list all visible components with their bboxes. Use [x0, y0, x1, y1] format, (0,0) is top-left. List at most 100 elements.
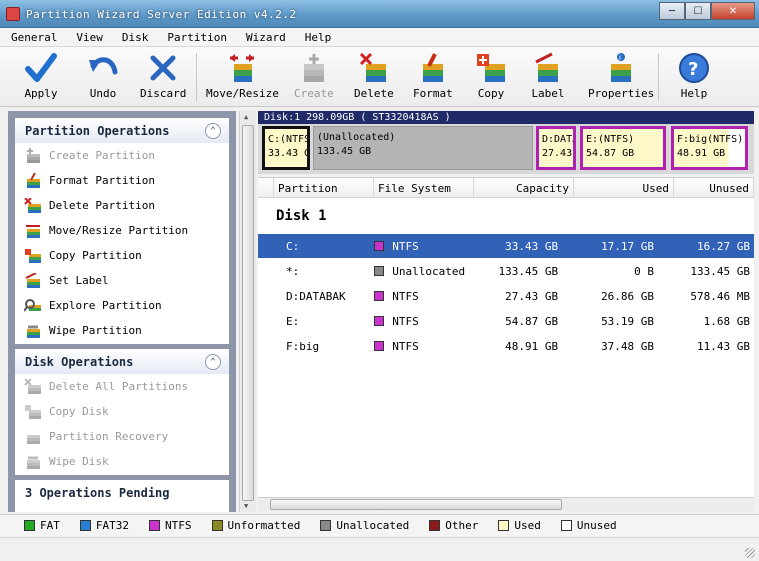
- column-unused[interactable]: Unused: [674, 178, 754, 197]
- properties-button[interactable]: i Properties: [588, 51, 654, 105]
- wipe-partition-item[interactable]: Wipe Partition: [15, 318, 229, 343]
- section-title: Partition Operations: [25, 123, 170, 138]
- maximize-button[interactable]: ☐: [685, 2, 711, 20]
- label-button[interactable]: Label: [531, 51, 565, 105]
- toolbar-separator: [658, 53, 659, 101]
- ntfs-swatch: [374, 315, 385, 326]
- table-row[interactable]: F:big NTFS 48.91 GB 37.48 GB 11.43 GB: [258, 334, 754, 358]
- column-file-system[interactable]: File System: [374, 178, 474, 197]
- disk-group-label: Disk 1: [276, 208, 327, 224]
- partition-operations-section: Partition Operations ⌃ Create Partition …: [15, 118, 229, 344]
- partition-recovery-item[interactable]: Partition Recovery: [15, 424, 229, 449]
- scroll-thumb[interactable]: [270, 499, 562, 510]
- operations-pending-header[interactable]: 3 Operations Pending: [15, 480, 229, 505]
- wipe-partition-icon: [23, 322, 43, 340]
- disk-operations-section: Disk Operations ⌃ Delete All Partitions …: [15, 349, 229, 475]
- create-partition-item[interactable]: Create Partition: [15, 143, 229, 168]
- delete-disk-icon: [357, 51, 391, 85]
- svg-text:i: i: [619, 54, 621, 62]
- apply-label: Apply: [24, 87, 58, 100]
- disk-map-unallocated[interactable]: (Unallocated) 133.45 GB: [313, 126, 533, 170]
- resize-grip-icon[interactable]: [745, 548, 755, 558]
- menu-partition[interactable]: Partition: [156, 28, 235, 46]
- wipe-disk-item[interactable]: Wipe Disk: [15, 449, 229, 474]
- operations-panel: Partition Operations ⌃ Create Partition …: [8, 111, 236, 512]
- toolbar-separator: [196, 53, 197, 101]
- format-button[interactable]: Format: [413, 51, 453, 105]
- label-label: Label: [531, 87, 565, 100]
- table-row[interactable]: C: NTFS 33.43 GB 17.17 GB 16.27 GB: [258, 234, 754, 258]
- svg-text:?: ?: [688, 59, 698, 80]
- column-partition[interactable]: Partition: [274, 178, 374, 197]
- disk-map-partition-c[interactable]: C:(NTFS) 33.43 GB: [262, 126, 310, 170]
- disk-map-partition-f[interactable]: F:big(NTFS) 48.91 GB: [671, 126, 748, 170]
- legend-fat32: FAT32: [79, 519, 129, 532]
- move-resize-button[interactable]: Move/Resize: [206, 51, 279, 105]
- column-capacity[interactable]: Capacity: [474, 178, 574, 197]
- menu-disk[interactable]: Disk: [111, 28, 157, 46]
- format-partition-item[interactable]: Format Partition: [15, 168, 229, 193]
- copy-partition-item[interactable]: Copy Partition: [15, 243, 229, 268]
- create-button[interactable]: Create: [294, 51, 334, 105]
- partition-operations-header[interactable]: Partition Operations ⌃: [15, 118, 229, 143]
- explore-partition-item[interactable]: Explore Partition: [15, 293, 229, 318]
- operations-pending-section: 3 Operations Pending: [15, 480, 229, 512]
- move-resize-partition-item[interactable]: Move/Resize Partition: [15, 218, 229, 243]
- discard-button[interactable]: Discard: [140, 51, 186, 105]
- window-title: Partition Wizard Server Edition v4.2.2: [26, 8, 297, 21]
- disk-operations-header[interactable]: Disk Operations ⌃: [15, 349, 229, 374]
- menu-help[interactable]: Help: [294, 28, 340, 46]
- app-icon: [6, 7, 20, 21]
- undo-button[interactable]: Undo: [86, 51, 120, 105]
- create-label: Create: [294, 87, 334, 100]
- status-bar: [0, 537, 759, 561]
- copy-label: Copy: [477, 87, 505, 100]
- legend-unallocated: Unallocated: [320, 519, 409, 532]
- format-label: Format: [413, 87, 453, 100]
- legend-unused: Unused: [560, 519, 617, 532]
- title-bar: Partition Wizard Server Edition v4.2.2 ─…: [0, 0, 759, 28]
- apply-button[interactable]: Apply: [24, 51, 58, 105]
- scroll-thumb[interactable]: [242, 125, 254, 501]
- toolbar: Apply Undo Discard Move/Resize Create De…: [0, 47, 759, 107]
- table-row[interactable]: D:DATABAK NTFS 27.43 GB 26.86 GB 578.46 …: [258, 284, 754, 308]
- column-used[interactable]: Used: [574, 178, 674, 197]
- scroll-down-icon[interactable]: ▼: [244, 502, 248, 510]
- copy-disk-item[interactable]: Copy Disk: [15, 399, 229, 424]
- help-button[interactable]: ? Help: [677, 51, 711, 105]
- menu-wizard[interactable]: Wizard: [235, 28, 294, 46]
- label-disk-icon: [531, 51, 565, 85]
- menu-general[interactable]: General: [0, 28, 65, 46]
- close-button[interactable]: ✕: [711, 2, 755, 20]
- copy-disk-icon: [23, 403, 43, 421]
- collapse-icon[interactable]: ⌃: [205, 353, 221, 370]
- unallocated-swatch: [374, 265, 385, 276]
- recovery-icon: [23, 428, 43, 446]
- scroll-up-icon[interactable]: ▲: [244, 113, 248, 121]
- table-row[interactable]: E: NTFS 54.87 GB 53.19 GB 1.68 GB: [258, 309, 754, 333]
- delete-partition-item[interactable]: Delete Partition: [15, 193, 229, 218]
- collapse-icon[interactable]: ⌃: [205, 122, 221, 139]
- disk-map-partition-e[interactable]: E:(NTFS) 54.87 GB: [580, 126, 666, 170]
- ntfs-swatch: [374, 240, 385, 251]
- section-title: Disk Operations: [25, 354, 134, 369]
- copy-disk-icon: [474, 51, 508, 85]
- disk-map-header[interactable]: Disk:1 298.09GB ( ST3320418AS ): [258, 111, 754, 124]
- ntfs-swatch: [374, 340, 385, 351]
- set-label-item[interactable]: Set Label: [15, 268, 229, 293]
- delete-button[interactable]: Delete: [354, 51, 394, 105]
- partition-list-scrollbar[interactable]: [258, 497, 754, 511]
- delete-all-partitions-item[interactable]: Delete All Partitions: [15, 374, 229, 399]
- menu-view[interactable]: View: [65, 28, 111, 46]
- partition-list: Partition File System Capacity Used Unus…: [258, 177, 754, 497]
- create-disk-icon: [297, 51, 331, 85]
- disk-map-partition-d[interactable]: D:DATABAK(NTFS) 27.43 GB: [536, 126, 576, 170]
- operations-panel-scrollbar[interactable]: ▲ ▼: [239, 111, 256, 512]
- move-resize-partition-icon: [23, 222, 43, 240]
- legend-fat: FAT: [24, 519, 60, 532]
- table-row[interactable]: *: Unallocated 133.45 GB 0 B 133.45 GB: [258, 259, 754, 283]
- header-spacer: [258, 178, 274, 197]
- undo-label: Undo: [89, 87, 117, 100]
- minimize-button[interactable]: ─: [659, 2, 685, 20]
- copy-button[interactable]: Copy: [474, 51, 508, 105]
